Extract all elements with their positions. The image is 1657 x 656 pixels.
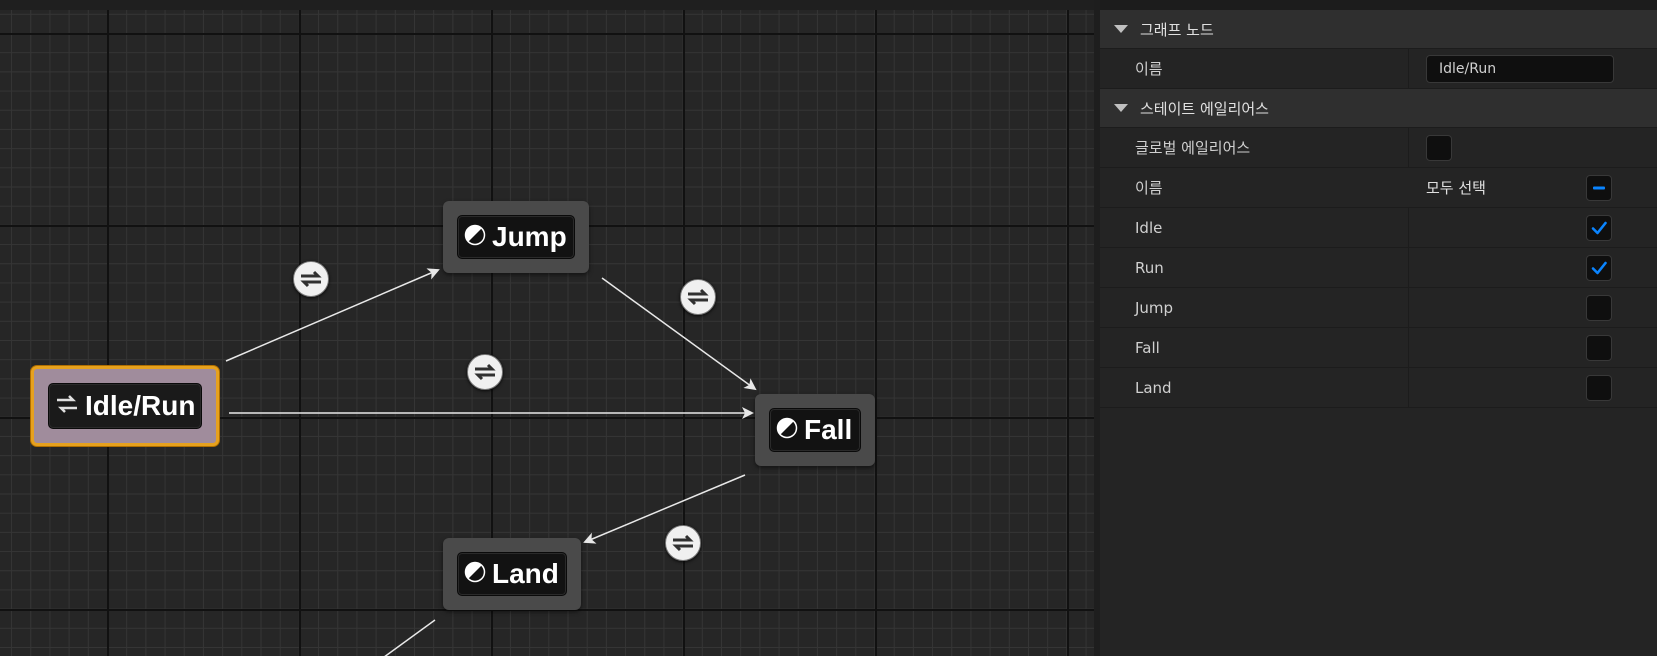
- transition-rule-jump-fall-icon[interactable]: [680, 279, 716, 315]
- column-divider[interactable]: [1408, 368, 1409, 407]
- alias-state-checkbox[interactable]: [1586, 215, 1612, 241]
- checkmark-icon: [1591, 221, 1607, 235]
- column-divider[interactable]: [1408, 128, 1409, 167]
- state-half-circle-icon: [464, 561, 486, 587]
- wire-land-out: [384, 619, 436, 656]
- alias-state-name: Idle: [1135, 218, 1163, 237]
- name-property-row: 이름 Idle/Run: [1100, 49, 1657, 89]
- transition-rule-idlerun-jump-icon[interactable]: [293, 261, 329, 297]
- state-node-idle-run[interactable]: Idle/Run: [31, 366, 219, 446]
- alias-state-name: Jump: [1135, 298, 1174, 317]
- state-node-label: Land: [492, 558, 559, 589]
- select-all-checkbox[interactable]: [1586, 175, 1612, 201]
- wire-fall-to-land: [583, 474, 746, 544]
- alias-list-header-row: 이름 모두 선택: [1100, 168, 1657, 208]
- state-node-label: Fall: [804, 414, 853, 445]
- column-divider[interactable]: [1408, 328, 1409, 367]
- section-graph-node-header[interactable]: 그래프 노드: [1100, 10, 1657, 49]
- details-panel: 그래프 노드 이름 Idle/Run 스테이트 에일리어스 글로벌 에일리어스 …: [1100, 0, 1657, 656]
- state-node-jump[interactable]: Jump: [443, 201, 589, 273]
- graph-top-bar: [0, 0, 1100, 10]
- transition-rule-idlerun-fall-icon[interactable]: [467, 354, 503, 390]
- global-alias-checkbox[interactable]: [1426, 135, 1452, 161]
- section-title: 그래프 노드: [1140, 20, 1214, 39]
- state-half-circle-icon: [464, 224, 486, 250]
- state-node-label: Idle/Run: [85, 390, 196, 421]
- alias-state-row: Jump: [1100, 288, 1657, 328]
- state-node-land[interactable]: Land: [443, 538, 581, 610]
- alias-state-checkbox[interactable]: [1586, 295, 1612, 321]
- alias-state-row: Run: [1100, 248, 1657, 288]
- state-node-label: Jump: [492, 221, 567, 252]
- wire-idlerun-to-jump: [225, 268, 440, 362]
- alias-state-name: Land: [1135, 378, 1172, 397]
- column-divider[interactable]: [1408, 248, 1409, 287]
- details-top-bar: [1100, 0, 1657, 10]
- indeterminate-dash-icon: [1593, 186, 1605, 190]
- checkmark-icon: [1591, 261, 1607, 275]
- alias-state-row: Fall: [1100, 328, 1657, 368]
- collapse-triangle-icon[interactable]: [1114, 25, 1128, 33]
- global-alias-label: 글로벌 에일리어스: [1135, 139, 1251, 157]
- column-divider[interactable]: [1408, 49, 1409, 88]
- section-state-alias-header[interactable]: 스테이트 에일리어스: [1100, 89, 1657, 128]
- section-title: 스테이트 에일리어스: [1140, 99, 1269, 118]
- transition-rule-fall-land-icon[interactable]: [665, 525, 701, 561]
- column-divider[interactable]: [1408, 288, 1409, 327]
- list-header-name: 이름: [1135, 179, 1163, 197]
- name-label: 이름: [1135, 60, 1163, 78]
- alias-state-name: Run: [1135, 258, 1164, 277]
- state-half-circle-icon: [776, 417, 798, 443]
- state-node-fall[interactable]: Fall: [755, 394, 875, 466]
- column-divider[interactable]: [1408, 208, 1409, 247]
- alias-state-name: Fall: [1135, 338, 1160, 357]
- alias-state-checkbox[interactable]: [1586, 255, 1612, 281]
- node-name-field[interactable]: Idle/Run: [1426, 55, 1614, 83]
- alias-state-checkbox[interactable]: [1586, 335, 1612, 361]
- alias-state-checkbox[interactable]: [1586, 375, 1612, 401]
- alias-state-row: Idle: [1100, 208, 1657, 248]
- select-all-label: 모두 선택: [1426, 179, 1486, 197]
- global-alias-row: 글로벌 에일리어스: [1100, 128, 1657, 168]
- state-machine-graph[interactable]: Idle/Run Jump Fall Land: [0, 0, 1100, 656]
- transition-arrows-icon: [55, 393, 79, 419]
- wire-jump-to-fall: [601, 277, 757, 391]
- alias-state-row: Land: [1100, 368, 1657, 408]
- collapse-triangle-icon[interactable]: [1114, 104, 1128, 112]
